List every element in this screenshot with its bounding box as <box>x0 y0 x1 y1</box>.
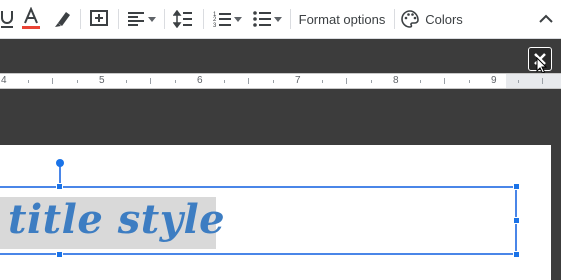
ruler-tick <box>150 78 151 84</box>
collapse-toolbar-button[interactable] <box>534 6 558 32</box>
formatting-toolbar: 123 Format options Colors <box>0 0 561 39</box>
ruler-tick <box>371 80 372 83</box>
line-spacing-icon <box>173 10 192 28</box>
ruler-margin-shade <box>506 74 561 88</box>
resize-handle-right[interactable] <box>513 217 520 224</box>
ruler-tick <box>444 78 445 84</box>
ruler-tick <box>273 80 274 83</box>
numbered-list-button[interactable]: 123 <box>210 6 244 32</box>
ruler-tick <box>175 80 176 83</box>
format-options-button[interactable]: Format options <box>296 6 388 32</box>
palette-icon <box>401 10 420 28</box>
chevron-down-icon <box>233 16 242 22</box>
ruler-tick <box>420 80 421 83</box>
bulleted-list-button[interactable] <box>250 6 284 32</box>
align-button[interactable] <box>124 6 158 32</box>
horizontal-ruler[interactable]: 4 5 6 7 8 9 <box>0 73 561 89</box>
bulleted-list-icon <box>252 11 271 27</box>
resize-handle-top-right[interactable] <box>513 183 520 190</box>
highlighter-icon <box>55 12 70 27</box>
toolbar-separator <box>203 9 204 29</box>
ruler-number: 4 <box>1 75 7 86</box>
ruler-number: 9 <box>491 75 497 86</box>
ruler-number: 5 <box>99 75 105 86</box>
svg-text:3: 3 <box>213 23 217 28</box>
ruler-tick <box>346 78 347 84</box>
format-options-label: Format options <box>298 11 386 27</box>
ruler-tick <box>52 78 53 84</box>
highlight-color-button[interactable] <box>50 6 74 32</box>
chevron-down-icon <box>273 16 282 22</box>
ruler-tick <box>224 80 225 83</box>
ruler-tick <box>518 80 519 83</box>
align-left-icon <box>127 12 144 26</box>
chevron-down-icon <box>147 16 156 22</box>
text-color-button[interactable] <box>18 6 44 32</box>
ruler-tick <box>28 80 29 83</box>
insert-comment-button[interactable] <box>87 6 111 32</box>
ruler-tick <box>248 78 249 84</box>
resize-handle-bottom[interactable] <box>56 251 63 258</box>
colors-button[interactable]: Colors <box>400 6 464 32</box>
resize-handle-top[interactable] <box>56 183 63 190</box>
underline-icon <box>1 11 13 28</box>
toolbar-separator <box>118 9 119 29</box>
mouse-pointer-icon <box>536 57 548 74</box>
ruler-tick <box>322 80 323 83</box>
ruler-tick <box>77 80 78 83</box>
ruler-tick <box>469 80 470 83</box>
toolbar-separator <box>394 9 395 29</box>
text-color-icon <box>22 7 40 29</box>
toolbar-separator <box>164 9 165 29</box>
ruler-number: 6 <box>197 75 203 86</box>
underline-button[interactable] <box>0 6 14 32</box>
ruler-tick <box>126 80 127 83</box>
ruler-number: 7 <box>295 75 301 86</box>
add-box-icon <box>90 10 108 26</box>
resize-handle-bottom-right[interactable] <box>513 251 520 258</box>
toolbar-separator <box>290 9 291 29</box>
toolbar-separator <box>80 9 81 29</box>
numbered-list-icon: 123 <box>213 12 231 28</box>
rotation-handle[interactable] <box>56 159 64 167</box>
ruler-number: 8 <box>393 75 399 86</box>
text-box-selection[interactable] <box>0 186 517 255</box>
colors-label: Colors <box>425 11 463 27</box>
ruler-tick <box>542 78 543 84</box>
chevron-up-icon <box>539 14 553 23</box>
line-spacing-button[interactable] <box>171 6 195 32</box>
